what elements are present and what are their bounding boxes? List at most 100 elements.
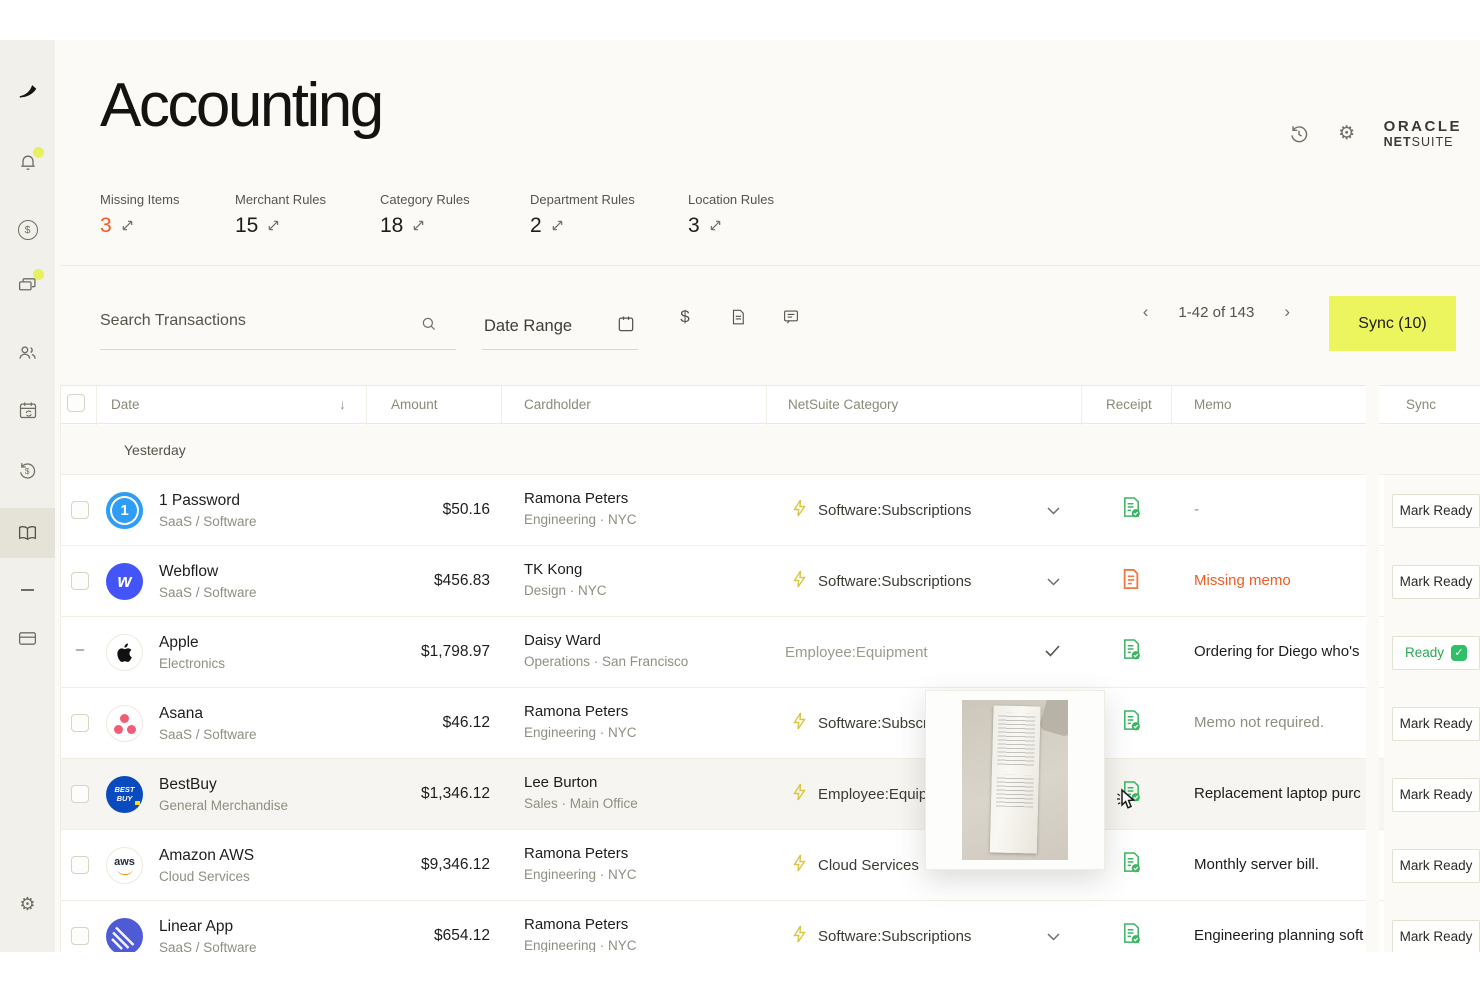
mark-ready-button[interactable]: Mark Ready	[1392, 920, 1480, 953]
sidebar-item-home[interactable]	[0, 70, 55, 114]
chevron-down-icon[interactable]	[1047, 928, 1060, 946]
sync-column-gap	[1366, 385, 1379, 952]
table-row[interactable]: – Apple Electronics $1,798.97 Daisy Ward…	[61, 617, 1480, 688]
next-page-chevron[interactable]: ›	[1284, 302, 1290, 322]
receipt-approved-icon[interactable]	[1121, 496, 1142, 525]
prev-page-chevron[interactable]: ‹	[1143, 302, 1149, 322]
memo[interactable]: Missing memo	[1194, 572, 1366, 589]
sidebar-item-schedule[interactable]	[0, 388, 55, 432]
memo[interactable]: Monthly server bill.	[1194, 856, 1366, 873]
receipt-approved-icon[interactable]	[1121, 922, 1142, 951]
table-row[interactable]: w Webflow SaaS / Software $456.83 TK Kon…	[61, 546, 1480, 617]
sort-desc-icon[interactable]: ↓	[339, 397, 346, 412]
stat-merchant-rules[interactable]: Merchant Rules 15	[235, 192, 380, 238]
column-receipt[interactable]: Receipt	[1106, 397, 1152, 412]
sidebar-item-card[interactable]	[0, 616, 55, 660]
search-input[interactable]	[100, 298, 418, 330]
row-checkbox[interactable]	[71, 856, 89, 874]
amount-filter-icon[interactable]: $	[674, 306, 696, 328]
column-amount[interactable]: Amount	[391, 397, 438, 412]
row-select[interactable]	[67, 501, 93, 524]
netsuite-category-cell[interactable]: Software:Subscriptions	[771, 546, 1086, 617]
date-range-filter[interactable]: Date Range	[482, 298, 638, 350]
memo-filter-icon[interactable]	[780, 306, 802, 328]
memo[interactable]: Engineering planning soft	[1194, 927, 1366, 944]
receipt-preview-popup[interactable]	[925, 690, 1105, 870]
row-select[interactable]	[67, 572, 93, 595]
paper-receipt	[990, 706, 1040, 854]
date-group-label: Yesterday	[124, 442, 186, 458]
row-checkbox[interactable]	[71, 927, 89, 945]
row-checkbox[interactable]	[71, 501, 89, 519]
row-select[interactable]: –	[67, 641, 93, 659]
receipt-approved-icon[interactable]	[1121, 638, 1142, 667]
history-icon[interactable]	[1288, 123, 1310, 145]
netsuite-category-cell[interactable]: Software:Subscriptions	[771, 475, 1086, 546]
netsuite-category-cell[interactable]: Software:Subscriptions	[771, 901, 1086, 952]
auto-suggest-bolt-icon	[792, 499, 807, 522]
stat-location-rules[interactable]: Location Rules 3	[688, 192, 828, 238]
expand-icon[interactable]	[412, 214, 425, 238]
calendar-icon	[616, 314, 636, 339]
mark-ready-button[interactable]: Mark Ready	[1392, 778, 1480, 812]
expand-icon[interactable]	[121, 214, 134, 238]
top-actions: ⚙ ORACLE NETSUITE	[1288, 118, 1462, 150]
sidebar-item-more[interactable]	[0, 568, 55, 612]
date-group-row: Yesterday	[61, 425, 1480, 475]
row-select[interactable]	[67, 856, 93, 879]
row-checkbox[interactable]	[71, 785, 89, 803]
chevron-down-icon[interactable]	[1047, 573, 1060, 591]
select-all-checkbox[interactable]	[67, 394, 85, 412]
mark-ready-button[interactable]: Mark Ready	[1392, 707, 1480, 741]
sidebar-item-accounting[interactable]	[0, 511, 55, 555]
memo[interactable]: -	[1194, 501, 1366, 518]
netsuite-category-cell[interactable]: Employee:Equipment	[771, 617, 1086, 688]
column-memo[interactable]: Memo	[1194, 397, 1232, 412]
receipt-cell[interactable]	[1086, 546, 1176, 617]
column-date[interactable]: Date	[111, 397, 147, 412]
stat-missing-items[interactable]: Missing Items 3	[100, 192, 235, 238]
table-row[interactable]: aws Amazon AWS Cloud Services $9,346.12 …	[61, 830, 1480, 901]
sidebar-item-people[interactable]	[0, 330, 55, 374]
column-netsuite-category[interactable]: NetSuite Category	[788, 397, 898, 412]
column-sync[interactable]: Sync	[1406, 397, 1436, 412]
settings-gear-icon[interactable]: ⚙	[1336, 123, 1358, 145]
expand-icon[interactable]	[267, 214, 280, 238]
row-select[interactable]	[67, 714, 93, 737]
sidebar-item-notifications[interactable]	[0, 140, 55, 184]
table-row[interactable]: Asana SaaS / Software $46.12 Ramona Pete…	[61, 688, 1480, 759]
table-row[interactable]: Linear App SaaS / Software $654.12 Ramon…	[61, 901, 1480, 952]
stat-category-rules[interactable]: Category Rules 18	[380, 192, 530, 238]
ready-button[interactable]: Ready ✓	[1392, 636, 1480, 670]
receipt-cell[interactable]	[1086, 475, 1176, 546]
mark-ready-button[interactable]: Mark Ready	[1392, 849, 1480, 883]
mark-ready-button[interactable]: Mark Ready	[1392, 494, 1480, 528]
sidebar-item-cards[interactable]	[0, 262, 55, 306]
receipt-approved-icon[interactable]	[1121, 851, 1142, 880]
row-select[interactable]	[67, 785, 93, 808]
row-checkbox[interactable]	[71, 572, 89, 590]
mark-ready-button[interactable]: Mark Ready	[1392, 565, 1480, 599]
table-row[interactable]: BESTBUY BestBuy General Merchandise $1,3…	[61, 759, 1480, 830]
row-checkbox[interactable]	[71, 714, 89, 732]
row-select[interactable]	[67, 927, 93, 950]
sidebar-item-cashback[interactable]: $	[0, 448, 55, 492]
receipt-missing-icon[interactable]	[1121, 568, 1141, 596]
expand-icon[interactable]	[709, 214, 722, 238]
receipt-cell[interactable]	[1086, 901, 1176, 952]
table-row[interactable]: 1 1 Password SaaS / Software $50.16 Ramo…	[61, 475, 1480, 546]
receipt-approved-icon[interactable]	[1121, 709, 1142, 738]
memo[interactable]: Ordering for Diego who's	[1194, 643, 1366, 660]
cardholder-name: Ramona Peters	[524, 916, 637, 933]
chevron-down-icon[interactable]	[1047, 502, 1060, 520]
sidebar-item-payments[interactable]: $	[0, 208, 55, 252]
column-cardholder[interactable]: Cardholder	[524, 397, 591, 412]
stat-department-rules[interactable]: Department Rules 2	[530, 192, 688, 238]
memo[interactable]: Memo not required.	[1194, 714, 1366, 731]
sync-button[interactable]: Sync (10)	[1329, 296, 1456, 351]
sidebar-item-settings[interactable]: ⚙	[0, 882, 55, 926]
receipt-cell[interactable]	[1086, 617, 1176, 688]
receipt-filter-icon[interactable]	[727, 306, 749, 328]
memo[interactable]: Replacement laptop purc	[1194, 785, 1366, 802]
expand-icon[interactable]	[551, 214, 564, 238]
